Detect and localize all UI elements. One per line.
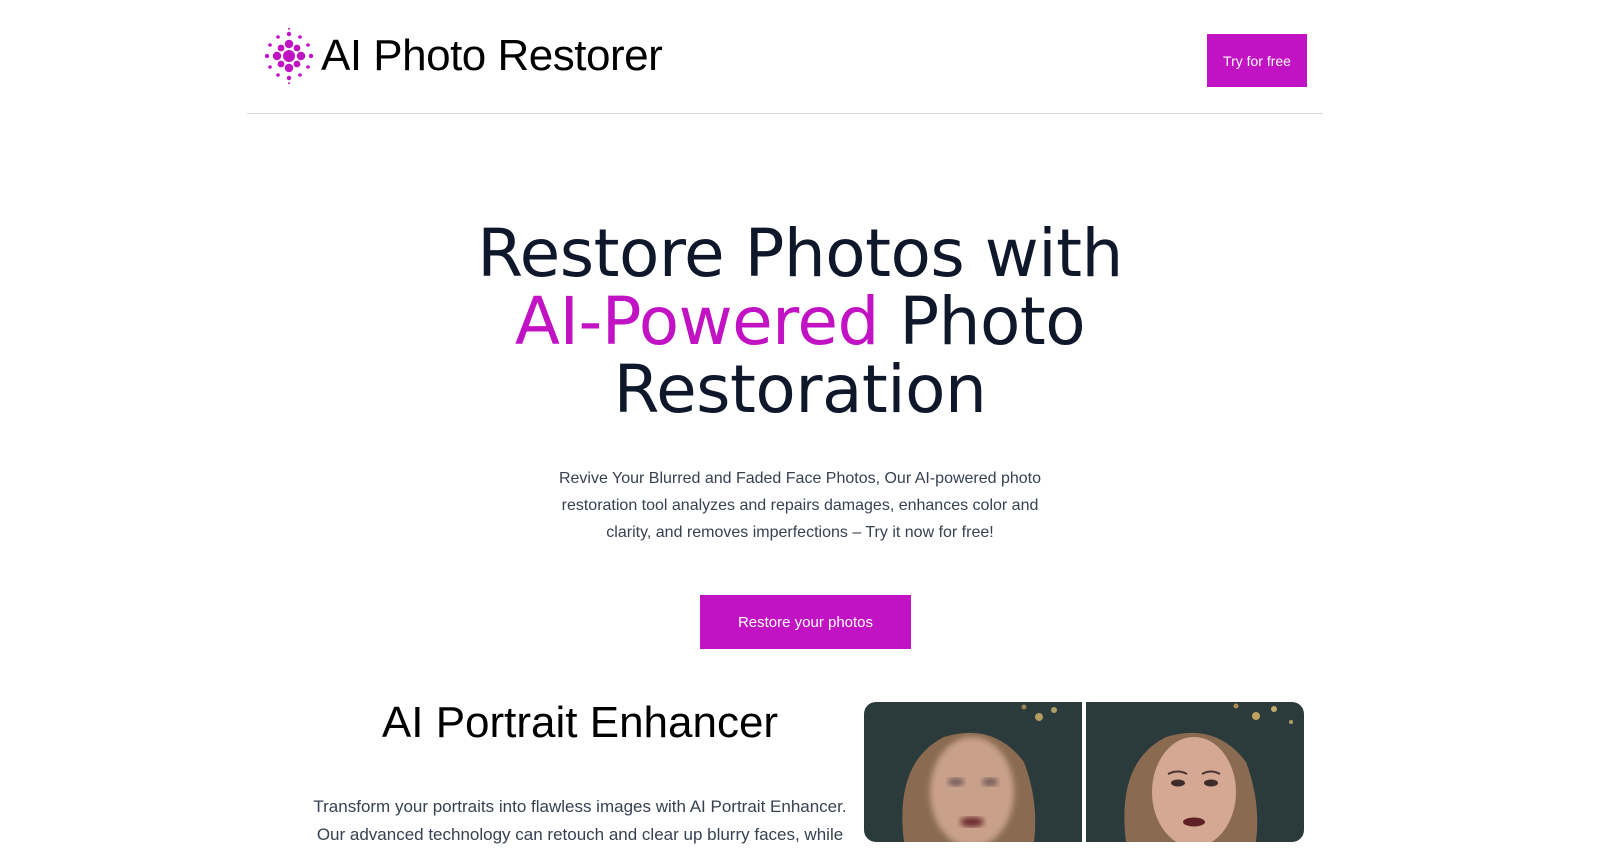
brand[interactable]: AI Photo Restorer [261, 28, 663, 84]
portrait-after-image [1086, 702, 1304, 842]
brand-name: AI Photo Restorer [321, 31, 663, 80]
hero-title: Restore Photos with AI-Powered Photo Res… [400, 220, 1200, 424]
site-header: AI Photo Restorer Try for free [247, 0, 1323, 114]
hero-title-accent: AI-Powered [514, 283, 880, 360]
before-after-comparison [864, 702, 1304, 842]
section-title: AI Portrait Enhancer [381, 698, 779, 747]
hero-title-part1: Restore Photos with [477, 215, 1123, 292]
before-photo [864, 702, 1082, 842]
section-description: Transform your portraits into flawless i… [313, 797, 847, 844]
portrait-before-image [864, 702, 1082, 842]
restore-photos-button[interactable]: Restore your photos [700, 595, 911, 649]
try-for-free-button[interactable]: Try for free [1207, 34, 1307, 87]
dots-radial-logo-icon [264, 28, 314, 84]
hero-subtitle: Revive Your Blurred and Faded Face Photo… [558, 470, 1042, 541]
after-photo [1086, 702, 1304, 842]
